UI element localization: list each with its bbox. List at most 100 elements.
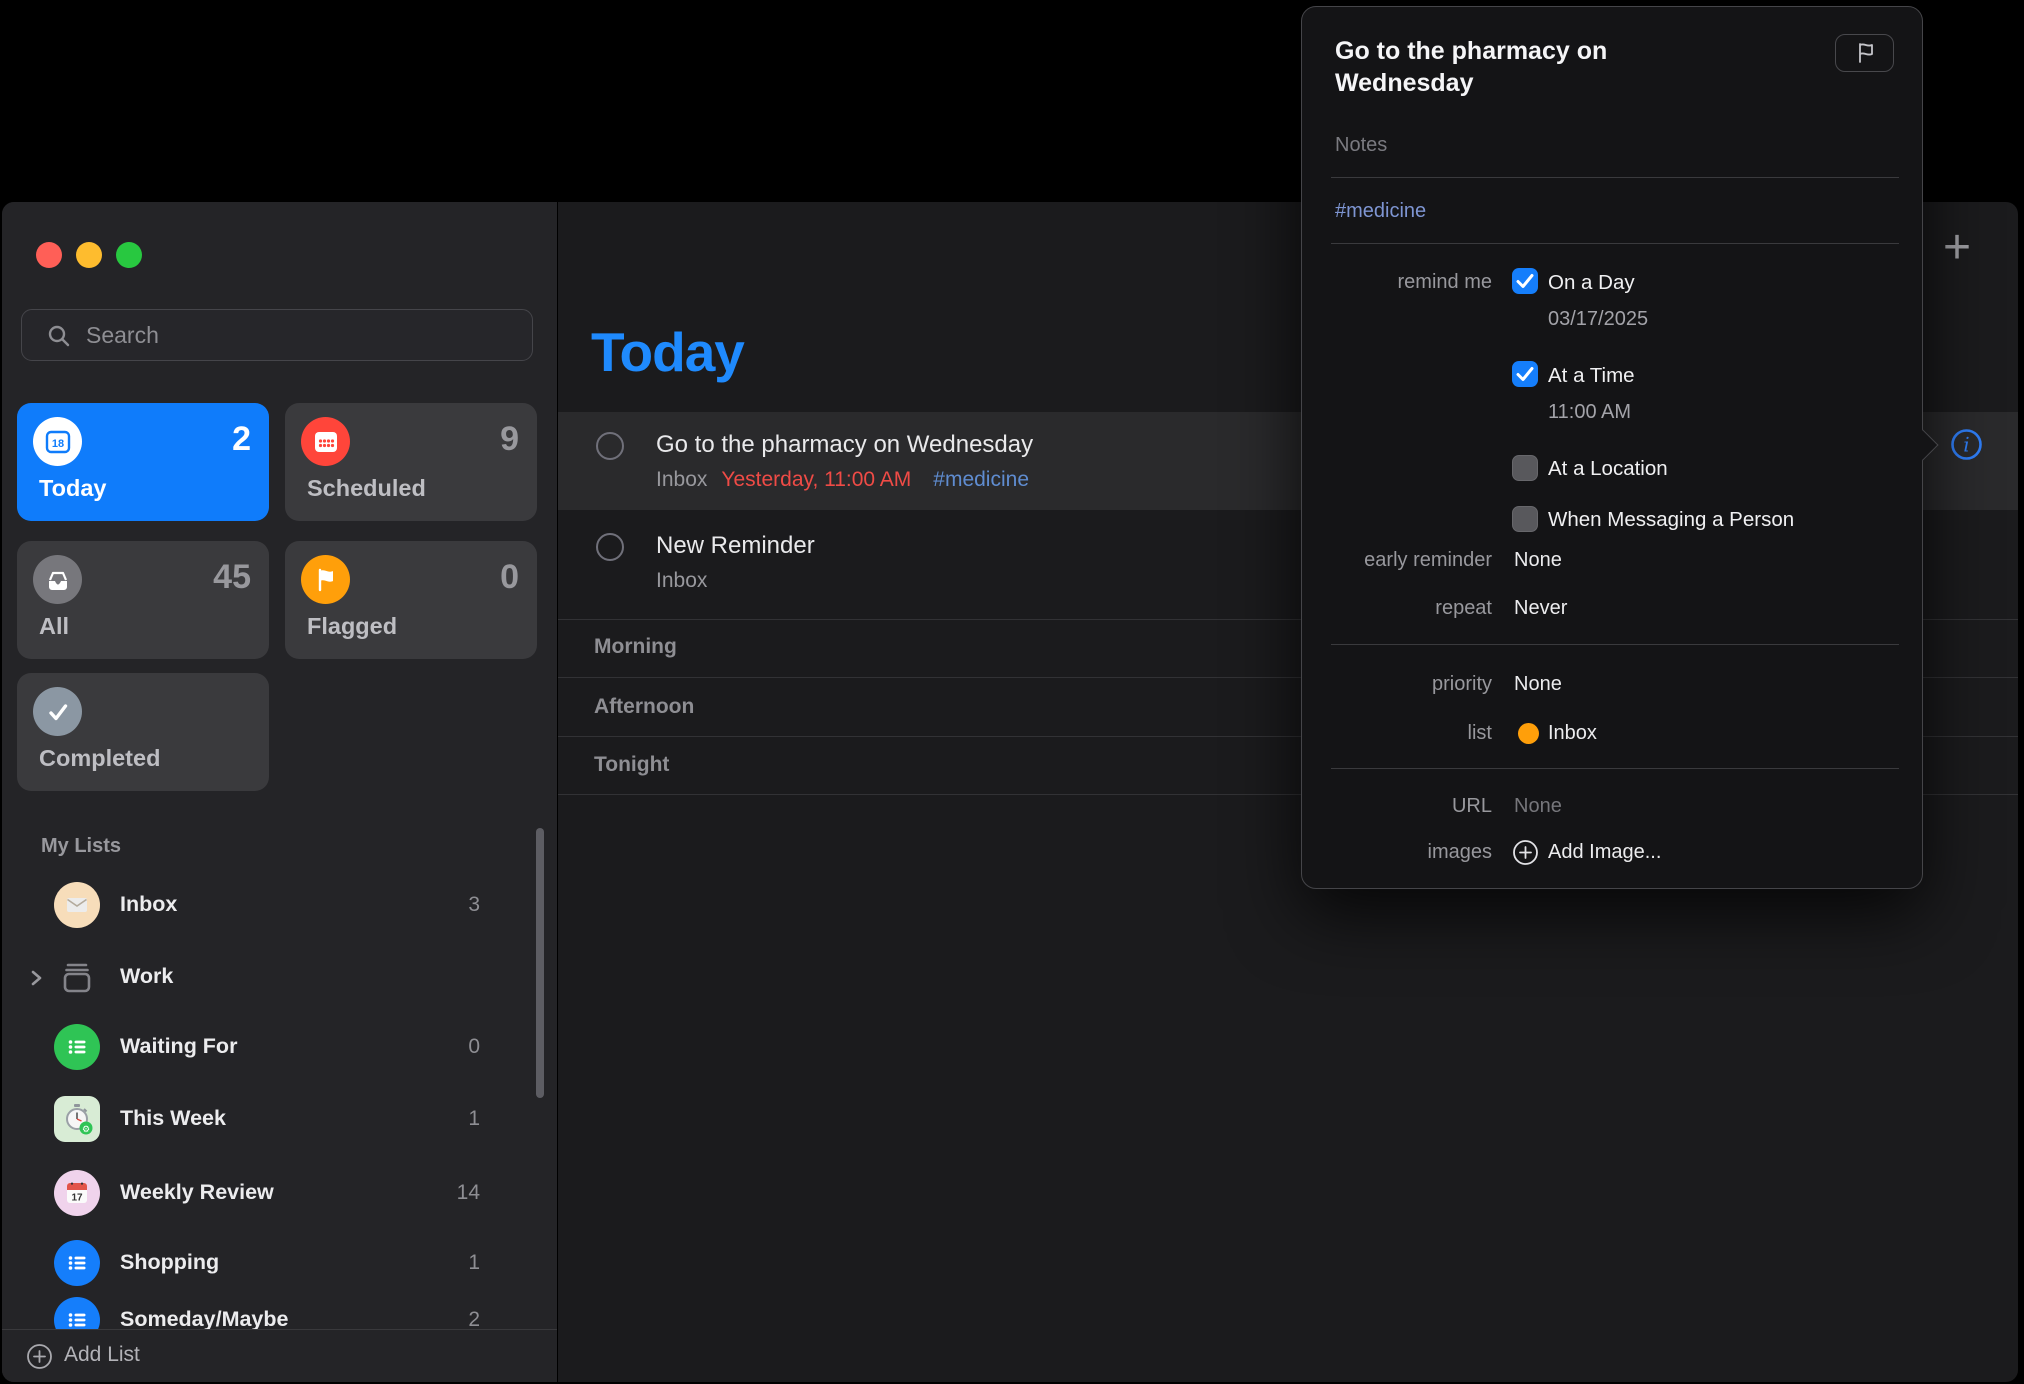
- reminder-tag[interactable]: #medicine: [933, 468, 1029, 491]
- page-title: Today: [591, 320, 744, 384]
- section-afternoon: Afternoon: [594, 695, 694, 719]
- search-field[interactable]: [21, 309, 533, 361]
- bullet-list-icon: [54, 1024, 100, 1070]
- reminder-title[interactable]: New Reminder: [656, 532, 815, 560]
- list-label: This Week: [120, 1106, 226, 1131]
- scheduled-count: 9: [500, 420, 519, 459]
- add-list-plus-icon[interactable]: [26, 1343, 53, 1370]
- popover-reminder-title[interactable]: Go to the pharmacy on Wednesday: [1335, 35, 1685, 99]
- smart-list-flagged[interactable]: 0 Flagged: [285, 541, 537, 659]
- list-count: 3: [468, 893, 480, 917]
- sidebar-item-weekly-review[interactable]: 17 Weekly Review 14: [2, 1157, 512, 1229]
- reminder-detail-popover: Go to the pharmacy on Wednesday Notes #m…: [1301, 6, 1923, 889]
- svg-text:i: i: [1963, 433, 1969, 457]
- popover-tag[interactable]: #medicine: [1335, 200, 1426, 223]
- chevron-right-icon[interactable]: [29, 968, 43, 988]
- smart-list-today[interactable]: 18 2 Today: [17, 403, 269, 521]
- early-reminder-value[interactable]: None: [1514, 549, 1562, 572]
- popover-divider: [1331, 768, 1899, 769]
- sidebar-item-inbox[interactable]: Inbox 3: [2, 869, 512, 941]
- calendar-page-icon: 17: [54, 1170, 100, 1216]
- add-list-bar: Add List: [2, 1329, 557, 1382]
- my-lists-header: My Lists: [41, 835, 121, 858]
- list-count: 1: [468, 1251, 480, 1275]
- priority-label: priority: [1302, 673, 1492, 696]
- check-icon: [1513, 269, 1537, 293]
- list-label: Work: [120, 964, 173, 989]
- on-a-day-checkbox[interactable]: [1512, 268, 1538, 294]
- sidebar-scrollbar[interactable]: [536, 828, 544, 1098]
- all-label: All: [39, 613, 69, 640]
- add-image-plus-icon[interactable]: [1512, 839, 1539, 866]
- add-image-button[interactable]: Add Image...: [1548, 841, 1661, 864]
- tray-icon: [33, 555, 82, 604]
- sidebar-item-waiting-for[interactable]: Waiting For 0: [2, 1011, 512, 1083]
- at-a-time-checkbox[interactable]: [1512, 361, 1538, 387]
- url-value[interactable]: None: [1514, 795, 1562, 818]
- at-a-time-value[interactable]: 11:00 AM: [1548, 401, 1631, 424]
- popover-divider: [1331, 243, 1899, 244]
- repeat-value[interactable]: Never: [1514, 597, 1567, 620]
- svg-text:⚙: ⚙: [82, 1124, 90, 1134]
- sidebar-item-this-week[interactable]: ⚙ This Week 1: [2, 1083, 512, 1155]
- when-messaging-label: When Messaging a Person: [1548, 508, 1794, 532]
- flagged-label: Flagged: [307, 613, 397, 640]
- list-label: Inbox: [120, 892, 177, 917]
- popover-divider: [1331, 177, 1899, 178]
- close-window-button[interactable]: [36, 242, 62, 268]
- when-messaging-checkbox[interactable]: [1512, 506, 1538, 532]
- flag-outline-icon: [1851, 39, 1879, 67]
- notes-field[interactable]: Notes: [1335, 134, 1387, 157]
- smart-list-scheduled[interactable]: 9 Scheduled: [285, 403, 537, 521]
- list-value[interactable]: Inbox: [1548, 722, 1597, 745]
- section-morning: Morning: [594, 635, 677, 659]
- on-a-day-label: On a Day: [1548, 271, 1635, 295]
- add-list-button[interactable]: Add List: [64, 1343, 140, 1367]
- list-label: Shopping: [120, 1250, 219, 1275]
- check-icon: [1513, 362, 1537, 386]
- reminder-complete-circle[interactable]: [596, 432, 624, 460]
- url-label: URL: [1302, 795, 1492, 818]
- info-icon[interactable]: i: [1948, 426, 1985, 463]
- priority-value[interactable]: None: [1514, 673, 1562, 696]
- flag-icon: [301, 555, 350, 604]
- list-count: 1: [468, 1107, 480, 1131]
- checkmark-icon: [33, 687, 82, 736]
- bullet-list-icon: [54, 1240, 100, 1286]
- list-label: Waiting For: [120, 1034, 237, 1059]
- minimize-window-button[interactable]: [76, 242, 102, 268]
- today-label: Today: [39, 475, 106, 502]
- flagged-count: 0: [500, 558, 519, 597]
- sidebar-item-work[interactable]: Work: [2, 941, 512, 1013]
- today-count: 2: [232, 420, 251, 459]
- calendar-day-icon: 18: [33, 417, 82, 466]
- reminder-title[interactable]: Go to the pharmacy on Wednesday: [656, 431, 1033, 459]
- popover-divider: [1331, 644, 1899, 645]
- reminder-subtitle: Inbox Yesterday, 11:00 AM #medicine: [656, 468, 1029, 492]
- new-reminder-plus-button[interactable]: +: [1943, 220, 1971, 275]
- reminder-list-name: Inbox: [656, 468, 707, 491]
- reminder-complete-circle[interactable]: [596, 533, 624, 561]
- search-input[interactable]: [86, 310, 516, 360]
- at-a-time-label: At a Time: [1548, 364, 1635, 388]
- smart-list-completed[interactable]: Completed: [17, 673, 269, 791]
- list-count: 0: [468, 1035, 480, 1059]
- reminder-subtitle: Inbox: [656, 569, 707, 593]
- scheduled-label: Scheduled: [307, 475, 426, 502]
- early-reminder-label: early reminder: [1302, 549, 1492, 572]
- at-a-location-checkbox[interactable]: [1512, 455, 1538, 481]
- zoom-window-button[interactable]: [116, 242, 142, 268]
- at-a-location-label: At a Location: [1548, 457, 1668, 481]
- reminder-due-date: Yesterday, 11:00 AM: [721, 468, 911, 491]
- box-stack-icon: [54, 954, 100, 1000]
- flag-button[interactable]: [1835, 34, 1894, 72]
- remind-me-label: remind me: [1302, 271, 1492, 294]
- sidebar: 18 2 Today 9 Scheduled: [2, 202, 557, 1382]
- section-tonight: Tonight: [594, 753, 669, 777]
- list-count: 14: [457, 1181, 480, 1205]
- on-a-day-date[interactable]: 03/17/2025: [1548, 308, 1648, 331]
- smart-list-all[interactable]: 45 All: [17, 541, 269, 659]
- repeat-label: repeat: [1302, 597, 1492, 620]
- list-label: Weekly Review: [120, 1180, 274, 1205]
- calendar-grid-icon: [301, 417, 350, 466]
